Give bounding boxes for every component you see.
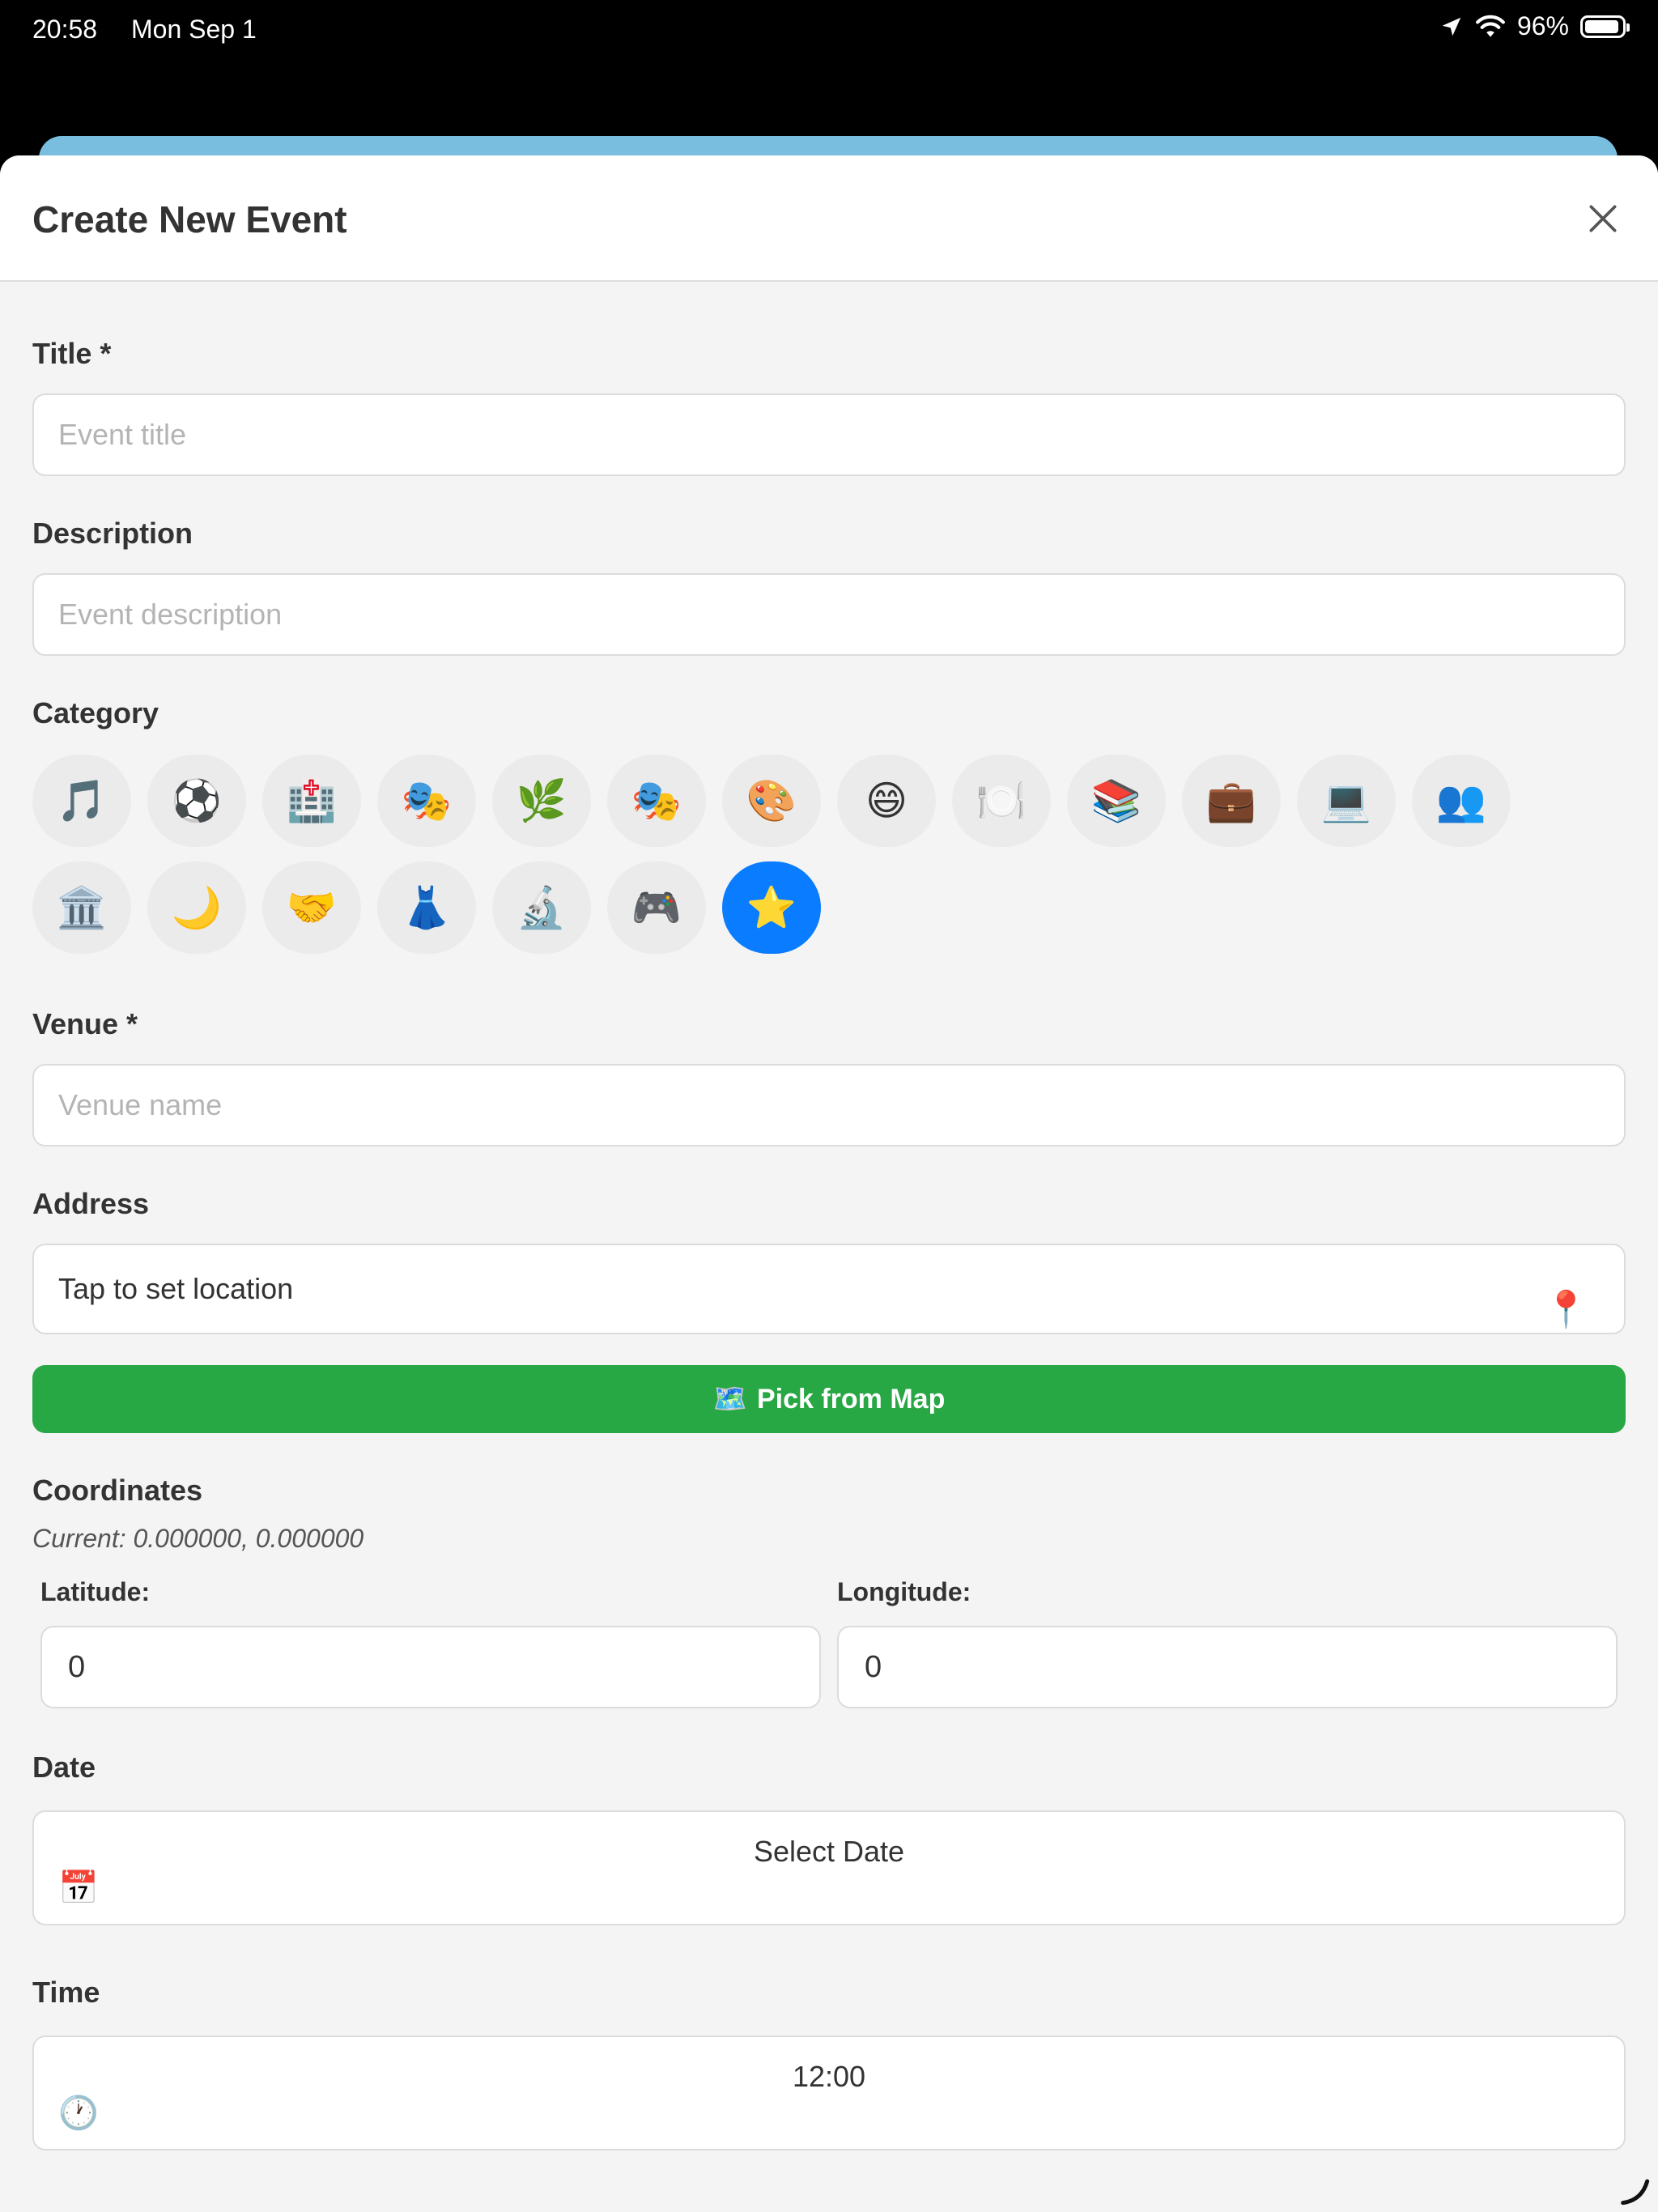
status-time: 20:58 — [32, 15, 98, 44]
sheet-header: Create New Event — [0, 155, 1658, 282]
category-music[interactable]: 🎵 — [32, 755, 131, 847]
description-field-wrapper — [32, 573, 1626, 656]
category-science[interactable]: 🔬 — [492, 861, 591, 954]
longitude-input[interactable] — [865, 1627, 1590, 1707]
category-label: Category — [32, 696, 159, 730]
category-other-selected[interactable]: ⭐ — [722, 861, 821, 954]
battery-icon — [1580, 15, 1630, 38]
battery-percent: 96% — [1516, 11, 1569, 40]
category-theater[interactable]: 🎭 — [377, 755, 476, 847]
address-value: Tap to set location — [58, 1272, 294, 1305]
description-input[interactable] — [58, 575, 1600, 654]
category-food[interactable]: 🍽️ — [952, 755, 1051, 847]
page-title: Create New Event — [32, 198, 347, 240]
category-row-2: 🏛️ 🌙 🤝 👗 🔬 🎮 ⭐ — [32, 861, 821, 954]
date-label: Date — [32, 1750, 96, 1784]
category-business[interactable]: 💼 — [1182, 755, 1281, 847]
category-art[interactable]: 🎨 — [722, 755, 821, 847]
latitude-input[interactable] — [68, 1627, 793, 1707]
category-sports[interactable]: ⚽ — [147, 755, 246, 847]
map-icon: 🗺️ — [712, 1384, 747, 1414]
category-culture[interactable]: 🏛️ — [32, 861, 131, 954]
status-right: 96% — [1439, 11, 1630, 41]
category-technology[interactable]: 💻 — [1297, 755, 1396, 847]
time-label: Time — [32, 1976, 100, 2009]
location-arrow-icon — [1442, 17, 1461, 36]
date-value: Select Date — [753, 1835, 905, 1868]
status-bar: 20:58 Mon Sep 1 96% — [0, 0, 1658, 57]
category-networking[interactable]: 🤝 — [262, 861, 361, 954]
latitude-field-wrapper — [40, 1626, 821, 1708]
venue-label: Venue * — [32, 1007, 138, 1040]
title-label: Title * — [32, 337, 112, 370]
category-community[interactable]: 👥 — [1412, 755, 1511, 847]
category-row-1: 🎵 ⚽ 🏥 🎭 🌿 🎭 🎨 😄 🍽️ 📚 💼 💻 👥 — [32, 755, 1511, 847]
longitude-label: Longitude: — [837, 1577, 971, 1606]
venue-input[interactable] — [58, 1066, 1600, 1145]
venue-field-wrapper — [32, 1064, 1626, 1146]
longitude-field-wrapper — [837, 1626, 1618, 1708]
category-nature[interactable]: 🌿 — [492, 755, 591, 847]
location-pin-icon: 📍 — [1544, 1290, 1588, 1329]
category-education[interactable]: 📚 — [1067, 755, 1166, 847]
title-input[interactable] — [58, 395, 1600, 474]
time-picker[interactable]: 12:00 🕐 — [32, 2035, 1626, 2150]
category-fashion[interactable]: 👗 — [377, 861, 476, 954]
category-gaming[interactable]: 🎮 — [607, 861, 706, 954]
category-performing-arts[interactable]: 🎭 — [607, 755, 706, 847]
resize-handle-icon[interactable] — [1618, 2173, 1650, 2206]
description-label: Description — [32, 517, 193, 550]
category-health[interactable]: 🏥 — [262, 755, 361, 847]
time-value: 12:00 — [792, 2060, 866, 2093]
coordinates-label: Coordinates — [32, 1474, 203, 1507]
pick-from-map-button[interactable]: 🗺️ Pick from Map — [32, 1365, 1626, 1433]
pick-from-map-label: Pick from Map — [756, 1383, 946, 1414]
close-icon[interactable] — [1585, 201, 1621, 236]
latitude-label: Latitude: — [40, 1577, 151, 1606]
calendar-icon: 📅 — [58, 1870, 99, 1906]
status-date: Mon Sep 1 — [131, 15, 257, 44]
address-label: Address — [32, 1187, 150, 1220]
clock-icon: 🕐 — [58, 2095, 99, 2131]
category-comedy[interactable]: 😄 — [837, 755, 936, 847]
title-field-wrapper — [32, 393, 1626, 476]
category-nightlife[interactable]: 🌙 — [147, 861, 246, 954]
create-event-sheet: Create New Event Title * Description Cat… — [0, 155, 1658, 2212]
wifi-icon — [1476, 15, 1505, 37]
date-picker[interactable]: Select Date 📅 — [32, 1810, 1626, 1925]
coordinates-current: Current: 0.000000, 0.000000 — [32, 1524, 364, 1553]
address-field[interactable]: Tap to set location 📍 — [32, 1244, 1626, 1334]
